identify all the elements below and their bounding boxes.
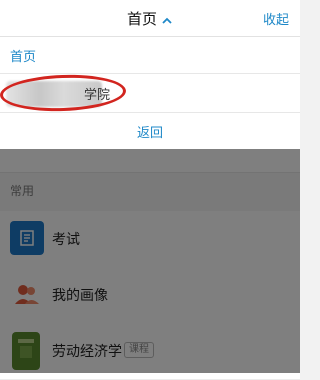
collapse-button[interactable]: 收起 [263, 9, 289, 28]
back-button[interactable]: 返回 [0, 113, 300, 149]
menu-item-label: 首页 [10, 49, 37, 65]
dropdown-panel: 首页 收起 首页 学院 返回 [0, 0, 300, 149]
back-label: 返回 [136, 125, 163, 141]
menu-item-institution[interactable]: 学院 [0, 72, 300, 114]
red-circle-annotation [0, 72, 127, 114]
menu-item-home[interactable]: 首页 [0, 37, 300, 74]
chevron-up-icon [161, 12, 173, 24]
page-title: 首页 [126, 9, 157, 28]
title-toggle[interactable]: 首页 [0, 0, 300, 36]
top-bar: 首页 收起 [0, 0, 300, 37]
